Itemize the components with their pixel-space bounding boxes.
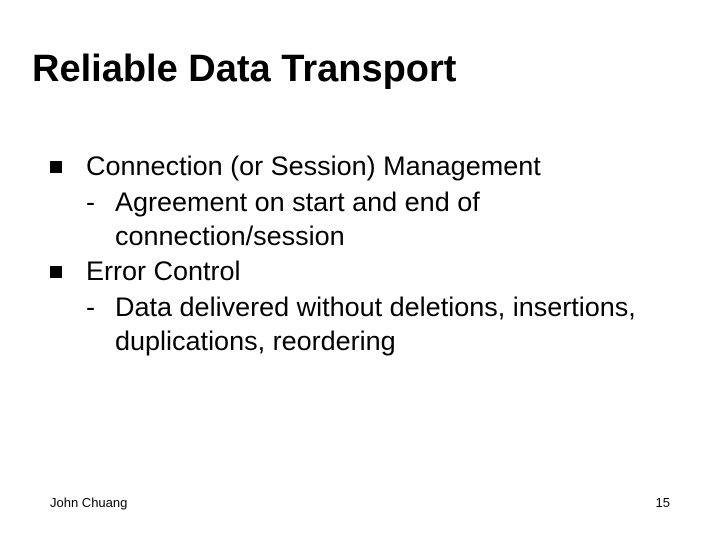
bullet-text: Connection (or Session) Management [86,150,660,184]
list-item: - Agreement on start and end of connecti… [86,186,660,254]
list-item: - Data delivered without deletions, inse… [86,291,660,359]
dash-bullet-icon: - [86,291,95,325]
slide: Reliable Data Transport Connection (or S… [0,0,720,540]
dash-bullet-icon: - [86,186,95,220]
bullet-text: Data delivered without deletions, insert… [115,291,660,359]
bullet-text: Agreement on start and end of connection… [115,186,660,254]
footer-author: John Chuang [50,495,127,510]
footer-page-number: 15 [656,495,670,510]
bullet-text: Error Control [86,255,660,289]
square-bullet-icon [50,266,62,278]
slide-title: Reliable Data Transport [32,48,456,91]
list-item: Connection (or Session) Management [50,150,660,184]
square-bullet-icon [50,161,62,173]
slide-content: Connection (or Session) Management - Agr… [50,150,660,361]
list-item: Error Control [50,255,660,289]
